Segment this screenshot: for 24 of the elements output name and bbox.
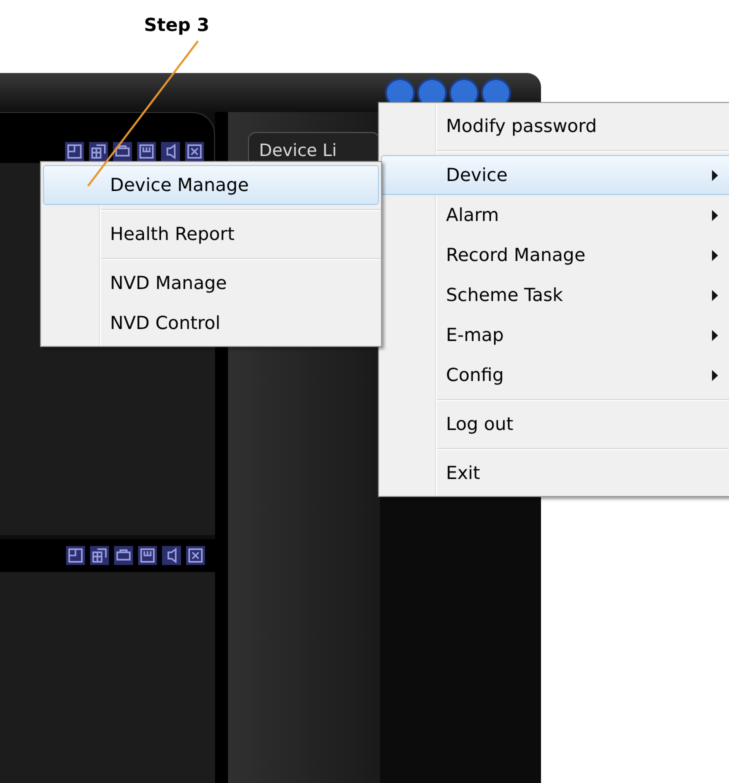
- menu-item[interactable]: Record Manage: [381, 235, 729, 275]
- menu-item[interactable]: Alarm: [381, 195, 729, 235]
- menu-item[interactable]: Scheme Task: [381, 275, 729, 315]
- close-icon[interactable]: [185, 142, 204, 161]
- step-label: Step 3: [144, 14, 210, 38]
- screen-icon[interactable]: [137, 142, 156, 161]
- screen-icon[interactable]: [138, 546, 157, 565]
- single-view-icon[interactable]: [65, 142, 84, 161]
- menu-item[interactable]: Config: [381, 355, 729, 395]
- menu-item[interactable]: NVD Control: [43, 303, 379, 343]
- close-icon[interactable]: [186, 546, 205, 565]
- menu-item[interactable]: Device: [381, 155, 729, 195]
- quad-view-icon[interactable]: [89, 142, 108, 161]
- menu-item[interactable]: Device Manage: [43, 165, 379, 205]
- single-view-icon[interactable]: [66, 546, 85, 565]
- menu-item[interactable]: NVD Manage: [43, 263, 379, 303]
- menu-item[interactable]: E-map: [381, 315, 729, 355]
- speaker-icon[interactable]: [162, 546, 181, 565]
- menu-item[interactable]: Exit: [381, 453, 729, 493]
- menu-item[interactable]: Health Report: [43, 214, 379, 254]
- menu-item[interactable]: Log out: [381, 404, 729, 444]
- menu-item[interactable]: Modify password: [381, 106, 729, 146]
- quad-view-icon[interactable]: [90, 546, 109, 565]
- speaker-icon[interactable]: [161, 142, 180, 161]
